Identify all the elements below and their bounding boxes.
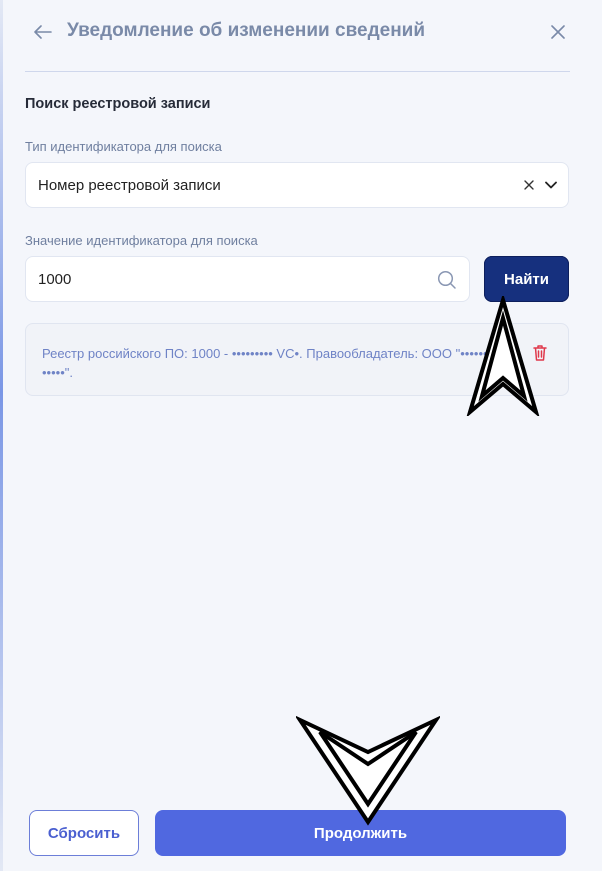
continue-button[interactable]: Продолжить [155,810,566,856]
arrow-left-icon [34,25,52,39]
identifier-value-label: Значение идентификатора для поиска [25,233,258,248]
search-icon [437,270,456,289]
dropdown-toggle[interactable] [542,176,560,194]
chevron-down-icon [545,181,557,189]
search-result-text: Реестр российского ПО: 1000 - ••••••••• … [42,346,488,380]
close-button[interactable] [546,20,570,44]
delete-result-button[interactable] [532,344,550,362]
identifier-type-value: Номер реестровой записи [38,176,221,194]
panel-edge [0,0,3,871]
identifier-value-input[interactable] [26,257,469,301]
section-title: Поиск реестровой записи [25,96,211,112]
modal-header: Уведомление об изменении сведений [25,0,570,72]
search-result-card: Реестр российского ПО: 1000 - ••••••••• … [25,323,569,396]
close-icon [524,180,534,190]
clear-selection-button[interactable] [520,176,538,194]
trash-icon [533,345,547,361]
identifier-value-field [25,256,470,302]
close-icon [551,25,565,39]
page-title: Уведомление об изменении сведений [67,20,426,41]
find-button[interactable]: Найти [484,256,569,302]
identifier-type-label: Тип идентификатора для поиска [25,139,222,154]
reset-button[interactable]: Сбросить [29,810,139,856]
identifier-type-select[interactable]: Номер реестровой записи [25,162,569,208]
back-button[interactable] [31,20,55,44]
